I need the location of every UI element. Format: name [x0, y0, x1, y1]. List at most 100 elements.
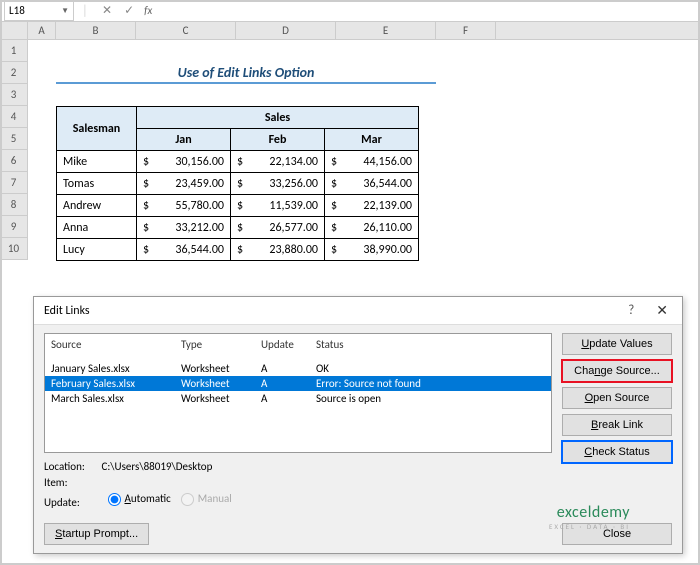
col-header[interactable]: A — [28, 22, 56, 39]
amount-cell[interactable]: $23,459.00 — [137, 173, 231, 195]
col-header[interactable]: F — [436, 22, 496, 39]
change-source-button[interactable]: Change Source... — [562, 360, 672, 382]
amount-cell[interactable]: $22,134.00 — [231, 151, 325, 173]
row-header[interactable]: 5 — [0, 128, 27, 150]
row-header[interactable]: 3 — [0, 84, 27, 106]
name-box-value: L18 — [9, 4, 25, 17]
watermark-main: exceldemy — [549, 503, 630, 522]
header-update: Update — [261, 338, 316, 351]
link-update: A — [261, 362, 316, 375]
salesman-header: Salesman — [57, 107, 137, 151]
cells-area[interactable]: Use of Edit Links Option Salesman Sales … — [28, 40, 700, 260]
link-info: Location: C:\Users\88019\Desktop Item: U… — [44, 459, 552, 511]
link-source: February Sales.xlsx — [51, 377, 181, 390]
startup-prompt-button[interactable]: Startup Prompt... — [44, 523, 149, 545]
separator: │ — [82, 4, 88, 18]
update-automatic-label: Automatic — [125, 491, 171, 507]
update-manual-label: Manual — [198, 491, 232, 507]
salesman-cell[interactable]: Tomas — [57, 173, 137, 195]
col-header[interactable]: E — [336, 22, 436, 39]
close-icon[interactable]: ✕ — [652, 302, 672, 319]
select-all-corner[interactable] — [0, 22, 28, 39]
amount-cell[interactable]: $44,156.00 — [325, 151, 419, 173]
amount-cell[interactable]: $26,110.00 — [325, 217, 419, 239]
confirm-icon[interactable]: ✓ — [124, 3, 134, 18]
update-automatic-radio[interactable] — [108, 493, 121, 506]
formula-bar: L18 ▼ │ ✕ ✓ fx — [0, 0, 700, 22]
column-headers: A B C D E F — [0, 22, 700, 40]
link-type: Worksheet — [181, 392, 261, 405]
month-header: Mar — [325, 129, 419, 151]
chevron-down-icon[interactable]: ▼ — [61, 6, 69, 16]
list-header: Source Type Update Status — [45, 334, 551, 361]
fx-icon[interactable]: fx — [144, 4, 152, 17]
link-type: Worksheet — [181, 362, 261, 375]
col-header[interactable]: C — [136, 22, 236, 39]
amount-cell[interactable]: $38,990.00 — [325, 239, 419, 261]
amount-cell[interactable]: $36,544.00 — [325, 173, 419, 195]
row-header[interactable]: 8 — [0, 194, 27, 216]
amount-cell[interactable]: $33,256.00 — [231, 173, 325, 195]
sales-table: Salesman Sales Jan Feb Mar Mike$30,156.0… — [56, 106, 419, 261]
table-row: Mike$30,156.00$22,134.00$44,156.00 — [57, 151, 419, 173]
link-type: Worksheet — [181, 377, 261, 390]
amount-cell[interactable]: $30,156.00 — [137, 151, 231, 173]
link-status: Error: Source not found — [316, 377, 545, 390]
salesman-cell[interactable]: Mike — [57, 151, 137, 173]
link-update: A — [261, 377, 316, 390]
amount-cell[interactable]: $23,880.00 — [231, 239, 325, 261]
salesman-cell[interactable]: Andrew — [57, 195, 137, 217]
link-row[interactable]: February Sales.xlsxWorksheetAError: Sour… — [45, 376, 551, 391]
row-header[interactable]: 10 — [0, 238, 27, 260]
table-row: Lucy$36,544.00$23,880.00$38,990.00 — [57, 239, 419, 261]
table-row: Anna$33,212.00$26,577.00$26,110.00 — [57, 217, 419, 239]
spreadsheet-grid: A B C D E F 1 2 3 4 5 6 7 8 9 10 Use of … — [0, 22, 700, 260]
month-header: Feb — [231, 129, 325, 151]
check-status-button[interactable]: Check Status — [562, 441, 672, 463]
update-label: Update: — [44, 495, 99, 511]
dialog-title: Edit Links — [44, 304, 90, 318]
row-header[interactable]: 2 — [0, 62, 27, 84]
row-header[interactable]: 1 — [0, 40, 27, 62]
row-header[interactable]: 7 — [0, 172, 27, 194]
dialog-buttons: Update Values Change Source... Open Sour… — [562, 333, 672, 511]
formula-input[interactable] — [156, 1, 700, 21]
table-row: Tomas$23,459.00$33,256.00$36,544.00 — [57, 173, 419, 195]
amount-cell[interactable]: $22,139.00 — [325, 195, 419, 217]
page-title: Use of Edit Links Option — [56, 62, 436, 84]
salesman-cell[interactable]: Lucy — [57, 239, 137, 261]
row-header[interactable]: 9 — [0, 216, 27, 238]
header-type: Type — [181, 338, 261, 351]
links-listbox[interactable]: Source Type Update Status January Sales.… — [44, 333, 552, 453]
watermark-sub: EXCEL · DATA · BI — [549, 522, 630, 531]
link-update: A — [261, 392, 316, 405]
sales-header: Sales — [137, 107, 419, 129]
location-value: C:\Users\88019\Desktop — [102, 460, 213, 473]
watermark: exceldemy EXCEL · DATA · BI — [549, 503, 630, 531]
row-header[interactable]: 6 — [0, 150, 27, 172]
amount-cell[interactable]: $26,577.00 — [231, 217, 325, 239]
amount-cell[interactable]: $55,780.00 — [137, 195, 231, 217]
link-row[interactable]: March Sales.xlsxWorksheetASource is open — [45, 391, 551, 406]
month-header: Jan — [137, 129, 231, 151]
help-icon[interactable]: ? — [628, 303, 634, 318]
cancel-icon[interactable]: ✕ — [102, 3, 112, 18]
update-values-button[interactable]: Update Values — [562, 333, 672, 355]
table-row: Andrew$55,780.00$11,539.00$22,139.00 — [57, 195, 419, 217]
amount-cell[interactable]: $36,544.00 — [137, 239, 231, 261]
col-header[interactable]: B — [56, 22, 136, 39]
link-status: Source is open — [316, 392, 545, 405]
dialog-title-bar[interactable]: Edit Links ? ✕ — [34, 297, 682, 325]
break-link-button[interactable]: Break Link — [562, 414, 672, 436]
row-header[interactable]: 4 — [0, 106, 27, 128]
update-manual-radio — [181, 493, 194, 506]
salesman-cell[interactable]: Anna — [57, 217, 137, 239]
amount-cell[interactable]: $33,212.00 — [137, 217, 231, 239]
link-row[interactable]: January Sales.xlsxWorksheetAOK — [45, 361, 551, 376]
amount-cell[interactable]: $11,539.00 — [231, 195, 325, 217]
col-header[interactable]: D — [236, 22, 336, 39]
link-source: January Sales.xlsx — [51, 362, 181, 375]
link-source: March Sales.xlsx — [51, 392, 181, 405]
name-box[interactable]: L18 ▼ — [4, 1, 74, 21]
open-source-button[interactable]: Open Source — [562, 387, 672, 409]
